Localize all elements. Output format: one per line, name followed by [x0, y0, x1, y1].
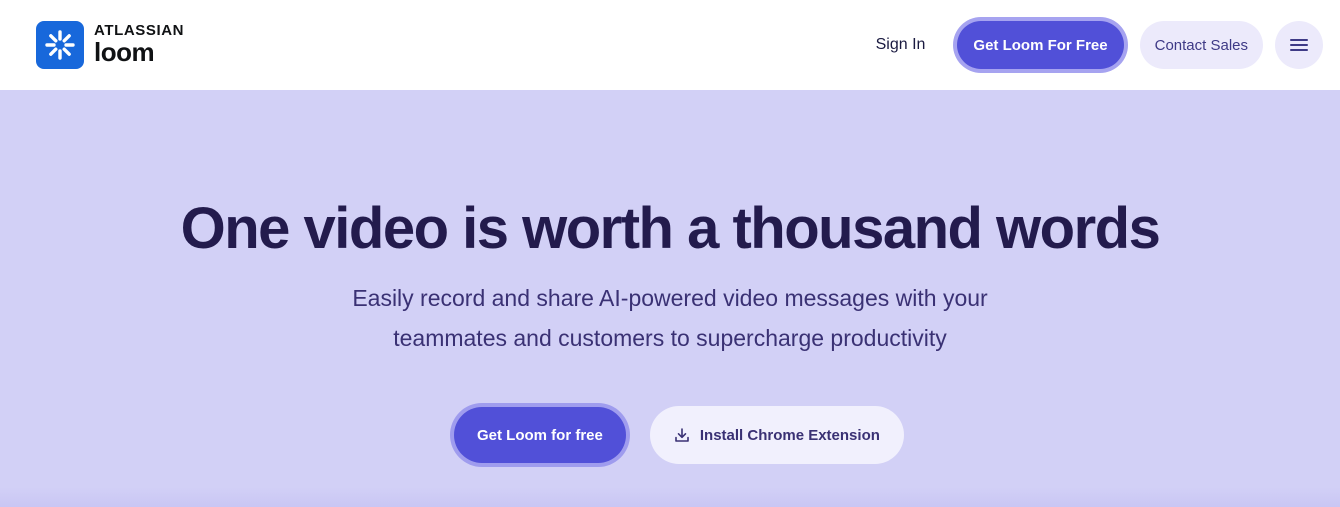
logo-product-text: loom	[94, 37, 155, 67]
hero-section: One video is worth a thousand words Easi…	[0, 90, 1340, 507]
top-navigation-bar: ATLASSIAN loom Sign In Get Loom For Free…	[0, 0, 1340, 90]
hero-subtitle-line-1: Easily record and share AI-powered video…	[352, 285, 988, 311]
loom-logo-icon	[36, 21, 84, 69]
hero-subtitle-line-2: teammates and customers to supercharge p…	[393, 325, 947, 351]
sign-in-link[interactable]: Sign In	[876, 36, 926, 54]
hamburger-menu-icon	[1290, 39, 1308, 51]
hero-title: One video is worth a thousand words	[180, 196, 1161, 261]
hero-get-loom-label: Get Loom for free	[454, 407, 626, 463]
header-nav: Sign In Get Loom For Free Contact Sales	[876, 17, 1323, 73]
hero-actions: Get Loom for free Install Chrome Extensi…	[450, 403, 910, 467]
hero-get-loom-button[interactable]: Get Loom for free	[450, 403, 630, 467]
atlassian-loom-logo[interactable]: ATLASSIAN loom	[36, 21, 184, 69]
hero-bottom-fade	[0, 487, 1340, 507]
download-icon	[674, 427, 690, 443]
get-loom-free-label: Get Loom For Free	[957, 21, 1124, 69]
contact-sales-button[interactable]: Contact Sales	[1139, 21, 1263, 69]
menu-button[interactable]	[1275, 21, 1323, 69]
install-chrome-extension-label: Install Chrome Extension	[699, 426, 880, 444]
get-loom-free-button[interactable]: Get Loom For Free	[953, 17, 1128, 73]
install-chrome-extension-button[interactable]: Install Chrome Extension	[649, 406, 904, 464]
hero-subtitle: Easily record and share AI-powered video…	[320, 278, 1020, 358]
